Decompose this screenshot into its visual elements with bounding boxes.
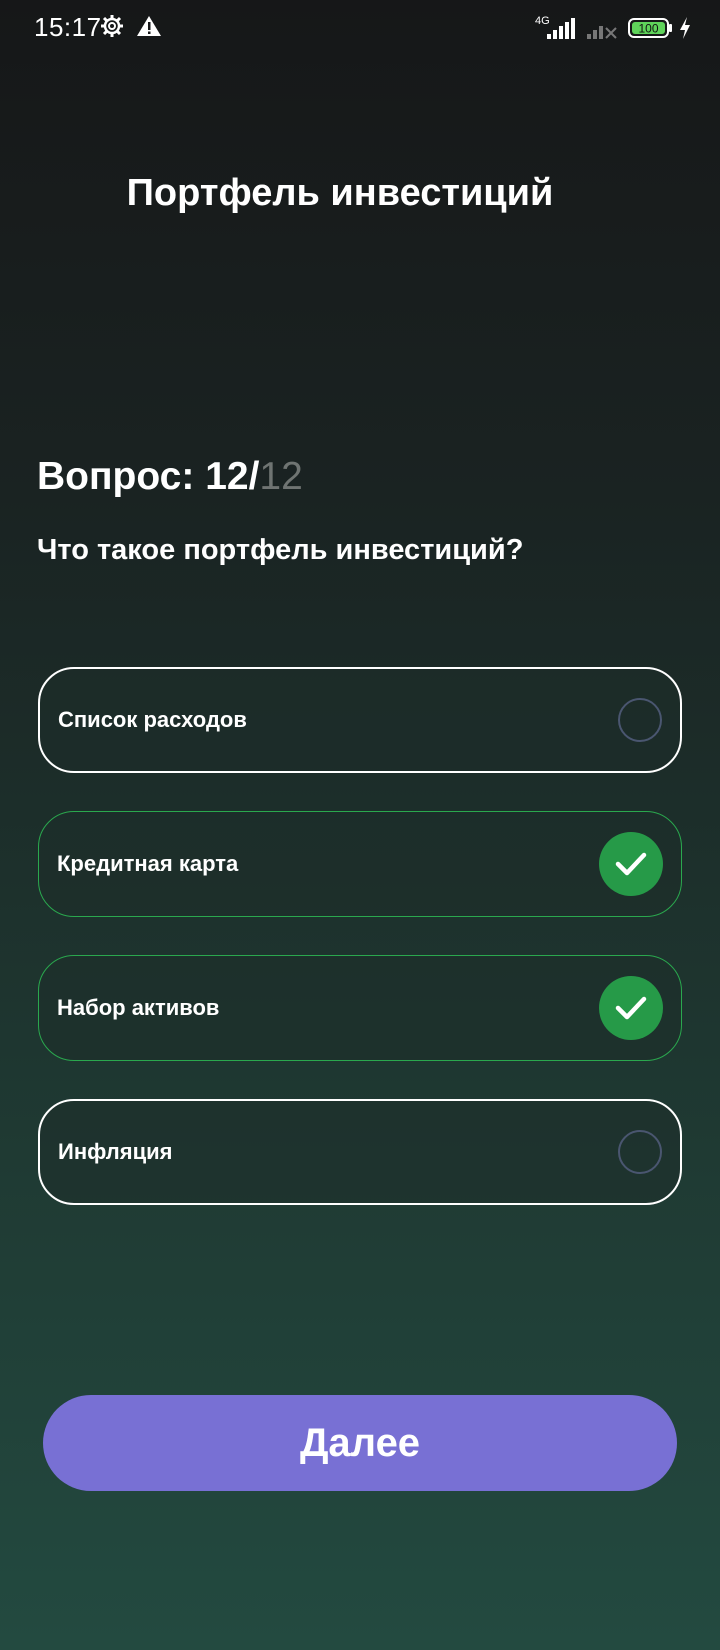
status-bar: 15:17 4G 100 [0,0,720,56]
radio-unchecked-icon[interactable] [618,1130,662,1174]
radio-unchecked-icon[interactable] [618,698,662,742]
answer-option-label: Кредитная карта [57,851,239,876]
signal-icon: 4G [535,15,575,39]
answer-option-label: Инфляция [58,1139,173,1164]
answer-option[interactable]: Список расходов [38,667,682,773]
question-counter-total: 12 [259,455,303,498]
status-icons-left [100,14,162,43]
charging-icon [680,17,690,39]
check-icon[interactable] [599,832,663,896]
signal-icon-secondary [587,26,617,39]
answer-options: Список расходов Кредитная карта Набор ак… [38,667,682,1243]
question-counter: Вопрос: 12/12 [37,455,303,499]
answer-option-label: Набор активов [57,995,220,1020]
answer-option[interactable]: Инфляция [38,1099,682,1205]
page-title: Портфель инвестиций [126,172,554,214]
network-label: 4G [535,15,550,27]
battery-icon: 100 [627,18,672,38]
next-button[interactable]: Далее [43,1395,677,1491]
question-counter-current: Вопрос: 12/ [37,455,260,498]
warning-icon [137,16,162,36]
answer-option-label: Список расходов [58,707,247,732]
answer-option[interactable]: Кредитная карта [38,811,682,917]
answer-option[interactable]: Набор активов [38,955,682,1061]
check-icon[interactable] [599,976,663,1040]
battery-level: 100 [638,22,658,36]
gear-icon [101,15,123,37]
question-text: Что такое портфель инвестиций? [37,534,524,566]
status-time: 15:17 [34,12,102,42]
status-icons-right: 4G 100 [535,14,692,44]
